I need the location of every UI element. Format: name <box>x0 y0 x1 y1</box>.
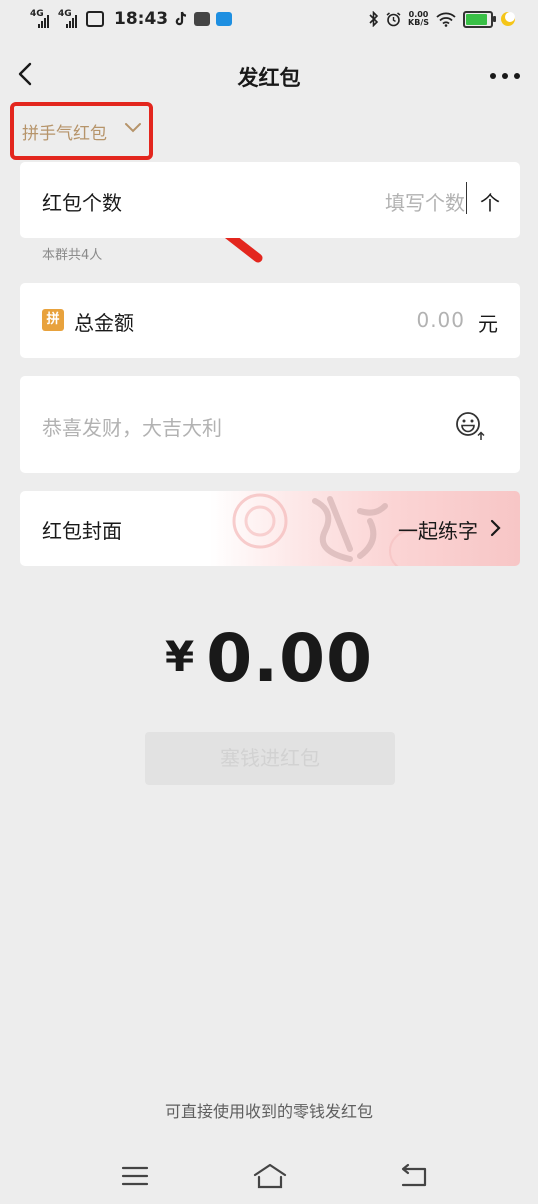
total-amount-row: 拼 总金额 0.00 元 <box>20 283 520 358</box>
send-red-packet-button[interactable]: 塞钱进红包 <box>145 732 395 785</box>
chevron-down-icon <box>125 123 141 133</box>
battery-icon <box>463 10 496 28</box>
bluetooth-icon <box>369 11 379 27</box>
packet-count-unit: 个 <box>480 191 500 215</box>
system-navigation-bar <box>0 1150 538 1204</box>
nav-bar: 发红包 <box>0 48 538 102</box>
app-notification-icon <box>86 11 104 27</box>
app-icon <box>194 12 211 26</box>
total-amount-input[interactable]: 0.00 <box>416 308 465 332</box>
emoji-icon[interactable] <box>454 410 486 442</box>
status-time: 18:43 <box>114 9 169 29</box>
packet-count-row: 红包个数 填写个数 个 <box>20 162 520 238</box>
selected-cover-name: 一起练字 <box>398 519 478 543</box>
cover-calligraphy-decoration <box>232 493 420 566</box>
status-bar: 4G 4G 18:43 0.00 KB/S <box>0 0 538 40</box>
tiktok-icon <box>175 11 187 26</box>
packet-type-selector[interactable]: 拼手气红包 <box>10 102 153 160</box>
total-amount-display: ¥0.00 <box>0 620 538 697</box>
text-cursor <box>466 182 467 214</box>
lucky-badge-icon: 拼 <box>42 309 64 331</box>
signal-icon-sim2: 4G <box>58 10 80 28</box>
footer-note: 可直接使用收到的零钱发红包 <box>164 1102 373 1121</box>
chevron-right-icon <box>490 519 501 537</box>
total-amount-unit: 元 <box>478 312 498 336</box>
packet-cover-label: 红包封面 <box>42 519 122 543</box>
total-amount-value: 0.00 <box>206 620 374 697</box>
more-options-button[interactable] <box>490 62 520 90</box>
page-title: 发红包 <box>237 66 301 90</box>
packet-count-input[interactable]: 填写个数 <box>385 187 465 216</box>
packet-count-label: 红包个数 <box>42 191 122 215</box>
total-amount-label: 总金额 <box>74 311 134 335</box>
menu-icon[interactable] <box>117 1160 153 1192</box>
group-member-hint: 本群共4人 <box>42 248 103 263</box>
moon-app-icon <box>501 12 515 26</box>
wifi-icon <box>436 12 456 27</box>
currency-symbol: ¥ <box>164 632 195 681</box>
packet-cover-row[interactable]: 红包封面 一起练字 <box>20 491 520 566</box>
alarm-icon <box>386 11 401 26</box>
status-left: 4G 4G 18:43 <box>30 8 233 30</box>
battery-level <box>466 13 487 25</box>
packet-type-label: 拼手气红包 <box>22 124 107 144</box>
net-speed: 0.00 KB/S <box>408 11 429 27</box>
app-icon-blue <box>216 12 233 26</box>
status-right: 0.00 KB/S <box>369 9 516 29</box>
signal-icon-sim1: 4G <box>30 10 52 28</box>
net-speed-unit: KB/S <box>408 18 429 27</box>
blessing-message-input[interactable]: 恭喜发财，大吉大利 <box>42 412 222 441</box>
blessing-message-row: 恭喜发财，大吉大利 <box>20 376 520 473</box>
back-nav-icon[interactable] <box>395 1160 431 1192</box>
home-icon[interactable] <box>252 1160 288 1192</box>
